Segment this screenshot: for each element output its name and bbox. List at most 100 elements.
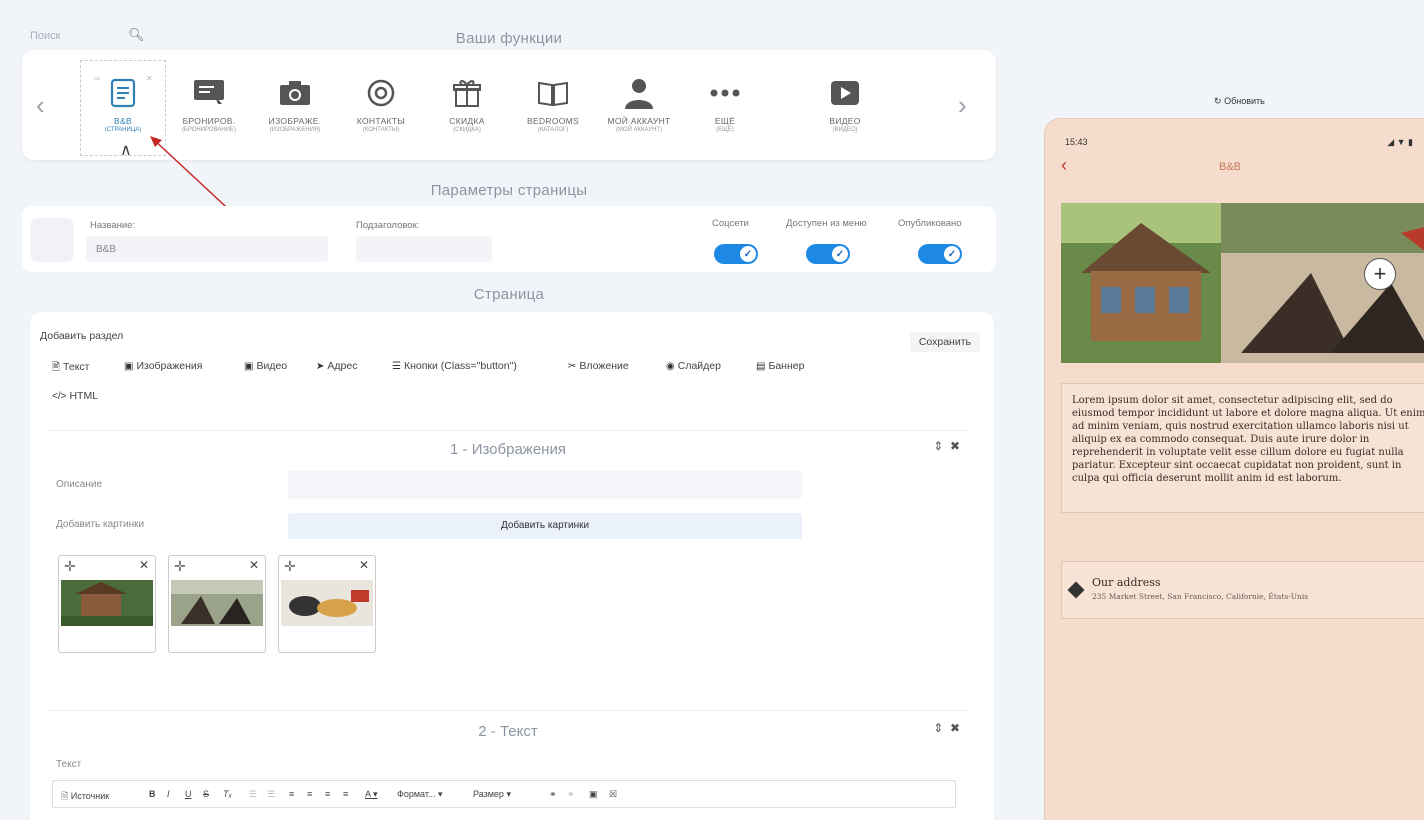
- add-address-button[interactable]: ➤ Адрес: [316, 360, 357, 372]
- bullet-list-icon[interactable]: ☰: [267, 789, 275, 800]
- image-thumbnail[interactable]: ✛ ✕: [278, 555, 376, 653]
- feature-booking[interactable]: БРОНИРОВ. (БРОНИРОВАНИЕ): [166, 76, 252, 133]
- add-video-button[interactable]: ▣ Видео: [244, 360, 287, 372]
- add-pictures-button[interactable]: Добавить картинки: [288, 513, 802, 539]
- move-icon[interactable]: ⇕: [933, 439, 943, 453]
- feature-label: ВИДЕО: [829, 116, 861, 126]
- close-icon[interactable]: ✖: [950, 439, 960, 453]
- align-justify-icon[interactable]: ≡: [343, 789, 348, 799]
- menu-toggle[interactable]: ✓: [806, 244, 850, 264]
- unlink-icon[interactable]: ⚭: [567, 789, 575, 800]
- page-editor: Добавить раздел Сохранить 🖹︎ Текст ▣ Изобр…: [30, 312, 994, 820]
- text-color-icon[interactable]: A ▾: [365, 789, 378, 800]
- move-icon[interactable]: ✛: [174, 558, 186, 575]
- image-thumbnail[interactable]: ✛ ✕: [58, 555, 156, 653]
- italic-icon[interactable]: I: [167, 789, 170, 799]
- embed-icon[interactable]: ☒: [609, 789, 617, 800]
- add-banner-button[interactable]: ▤ Баннер: [756, 360, 804, 372]
- text-label: Текст: [56, 759, 82, 770]
- close-icon[interactable]: ✕: [359, 558, 369, 572]
- video-icon: [828, 76, 862, 110]
- close-icon[interactable]: ✕: [139, 558, 149, 572]
- source-button[interactable]: 🗎︎ Источник: [61, 789, 109, 805]
- code-icon: </>: [52, 391, 67, 402]
- format-select[interactable]: Формат... ▾: [397, 789, 443, 800]
- underline-icon[interactable]: U: [185, 789, 192, 799]
- add-html-button[interactable]: </> HTML: [52, 390, 98, 402]
- align-center-icon[interactable]: ≡: [307, 789, 312, 799]
- close-icon[interactable]: ✕: [249, 558, 259, 572]
- feature-images[interactable]: ИЗОБРАЖЕ. (ИЗОБРАЖЕНИЯ): [252, 76, 338, 133]
- add-plus-icon[interactable]: +: [1364, 258, 1396, 290]
- feature-more[interactable]: ЕЩЁ (ЕЩЁ): [682, 76, 768, 133]
- feature-sublabel: (МОЙ АККАУНТ): [615, 127, 663, 133]
- feature-video[interactable]: ВИДЕО (ВИДЕО): [802, 76, 888, 133]
- clear-format-icon[interactable]: Tₓ: [223, 789, 232, 799]
- link-icon[interactable]: ⚭: [549, 789, 557, 800]
- page-title: Страница: [473, 286, 545, 303]
- bold-icon[interactable]: B: [149, 789, 156, 799]
- image-insert-icon[interactable]: ▣: [589, 789, 598, 800]
- refresh-button[interactable]: ↻ Обновить: [1214, 96, 1265, 107]
- preview-page-title: B&B: [1218, 161, 1241, 173]
- feature-discount[interactable]: СКИДКА (СКИДКА): [424, 76, 510, 133]
- section-controls: ⇕ ✖: [933, 721, 960, 735]
- strikethrough-icon[interactable]: S: [203, 789, 209, 799]
- subtitle-label: Подзаголовок:: [356, 220, 420, 231]
- add-text-button[interactable]: 🖹︎ Текст: [52, 360, 89, 377]
- tool-label: Адрес: [327, 360, 358, 372]
- section-title: 1 - Изображения: [450, 441, 566, 458]
- save-button[interactable]: Сохранить: [909, 332, 980, 352]
- description-input[interactable]: [288, 471, 802, 499]
- thumbnail-image: [61, 580, 153, 626]
- refresh-label: Обновить: [1224, 96, 1265, 106]
- published-toggle[interactable]: ✓: [918, 244, 962, 264]
- size-select[interactable]: Размер ▾: [473, 789, 511, 800]
- tool-label: Вложение: [579, 360, 629, 372]
- move-icon[interactable]: ✛: [64, 558, 76, 575]
- status-time: 15:43: [1065, 137, 1088, 147]
- tool-label: HTML: [69, 390, 99, 402]
- camera-icon: [278, 76, 312, 110]
- subtitle-input[interactable]: [356, 236, 492, 262]
- close-icon[interactable]: ✖: [950, 721, 960, 735]
- align-left-icon[interactable]: ≡: [289, 789, 294, 799]
- feature-account[interactable]: МОЙ АККАУНТ (МОЙ АККАУНТ): [596, 76, 682, 133]
- feature-label: МОЙ АККАУНТ: [607, 116, 671, 126]
- move-icon[interactable]: ⇕: [933, 721, 943, 735]
- feature-sublabel: (СКИДКА): [453, 127, 481, 133]
- attachment-icon: ✂: [568, 361, 577, 372]
- name-input[interactable]: B&B: [86, 236, 328, 262]
- prev-arrow-icon[interactable]: ‹: [36, 90, 45, 121]
- add-attachment-button[interactable]: ✂ Вложение: [568, 360, 629, 372]
- format-label: Формат...: [397, 789, 436, 799]
- feature-contacts[interactable]: КОНТАКТЫ (КОНТАКТЫ): [338, 76, 424, 133]
- booking-icon: [192, 76, 226, 110]
- buttons-icon: ☰: [392, 361, 401, 372]
- move-icon[interactable]: ✛: [284, 558, 296, 575]
- page-icon: [106, 76, 140, 110]
- direction-icon: [1067, 581, 1085, 599]
- add-images-button[interactable]: ▣ Изображения: [124, 360, 202, 372]
- align-right-icon[interactable]: ≡: [325, 789, 330, 799]
- features-title: Ваши функции: [455, 30, 563, 47]
- add-section-label: Добавить раздел: [40, 330, 124, 342]
- chevron-up-icon: ∧: [120, 142, 132, 159]
- image-thumbnail[interactable]: ✛ ✕: [168, 555, 266, 653]
- feature-page[interactable]: B&B (СТРАНИЦА): [80, 76, 166, 133]
- feature-sublabel: (ЕЩЁ): [716, 127, 734, 133]
- feature-bedrooms[interactable]: BEDROOMS (КАТАЛОГ): [510, 76, 596, 133]
- contact-icon: [364, 76, 398, 110]
- add-buttons-button[interactable]: ☰ Кнопки (Class="button"): [392, 360, 517, 372]
- numbered-list-icon[interactable]: ☰: [249, 789, 257, 800]
- social-toggle[interactable]: ✓: [714, 244, 758, 264]
- check-icon: ✓: [831, 245, 849, 263]
- check-icon: ✓: [739, 245, 757, 263]
- gift-icon: [450, 76, 484, 110]
- feature-sublabel: (ИЗОБРАЖЕНИЯ): [269, 127, 321, 133]
- add-slider-button[interactable]: ◉ Слайдер: [666, 360, 721, 372]
- next-arrow-icon[interactable]: ›: [958, 90, 967, 121]
- check-icon: ✓: [943, 245, 961, 263]
- feature-label: БРОНИРОВ.: [182, 116, 236, 126]
- name-label: Название:: [90, 220, 136, 231]
